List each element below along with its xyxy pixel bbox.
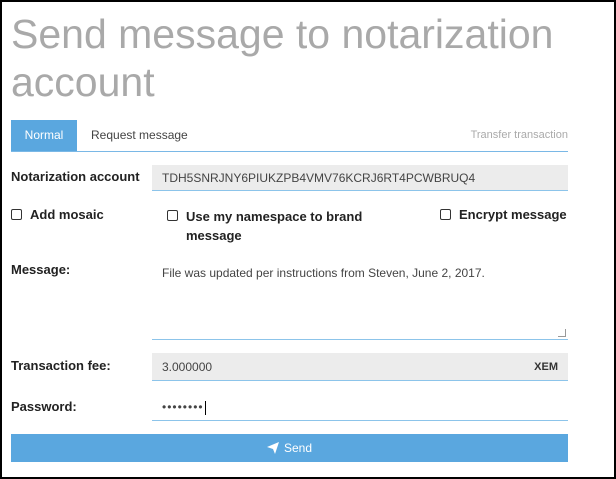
- checkbox-icon[interactable]: [167, 210, 178, 221]
- fee-field: 3.000000 XEM: [152, 353, 568, 381]
- message-textarea[interactable]: File was updated per instructions from S…: [152, 256, 568, 340]
- account-field: TDH5SNRJNY6PIUKZPB4VMV76KCRJ6RT4PCWBRUQ4: [152, 165, 568, 191]
- namespace-brand-label: Use my namespace to brand message: [186, 209, 363, 243]
- text-caret: [204, 400, 206, 415]
- password-field[interactable]: ••••••••: [152, 393, 568, 421]
- checkbox-icon[interactable]: [11, 209, 22, 221]
- resize-handle-icon[interactable]: [558, 329, 566, 337]
- fee-value: 3.000000: [162, 360, 213, 374]
- encrypt-message-checkbox[interactable]: Encrypt message: [440, 207, 567, 222]
- paper-plane-icon: [266, 441, 279, 454]
- add-mosaic-label: Add mosaic: [30, 207, 104, 222]
- tab-request-message[interactable]: Request message: [91, 120, 188, 151]
- send-button[interactable]: Send: [11, 434, 568, 462]
- message-label: Message:: [11, 262, 71, 277]
- add-mosaic-checkbox[interactable]: Add mosaic: [11, 207, 104, 222]
- tab-transfer-transaction[interactable]: Transfer transaction: [471, 120, 568, 151]
- send-label: Send: [283, 441, 313, 455]
- account-label: Notarization account: [11, 169, 140, 184]
- encrypt-message-label: Encrypt message: [459, 207, 567, 222]
- message-text: File was updated per instructions from S…: [162, 266, 485, 280]
- checkbox-icon[interactable]: [440, 209, 451, 221]
- page-title: Send message to notarization account: [11, 11, 554, 105]
- tab-normal[interactable]: Normal: [11, 120, 77, 151]
- fee-label: Transaction fee:: [11, 358, 111, 373]
- fee-unit: XEM: [534, 361, 558, 373]
- password-value: ••••••••: [162, 400, 204, 414]
- namespace-brand-checkbox[interactable]: Use my namespace to brand message: [167, 207, 387, 245]
- tab-bar: Normal Request message Transfer transact…: [11, 120, 568, 152]
- password-label: Password:: [11, 399, 77, 414]
- window-frame: Send message to notarization account Nor…: [0, 0, 616, 479]
